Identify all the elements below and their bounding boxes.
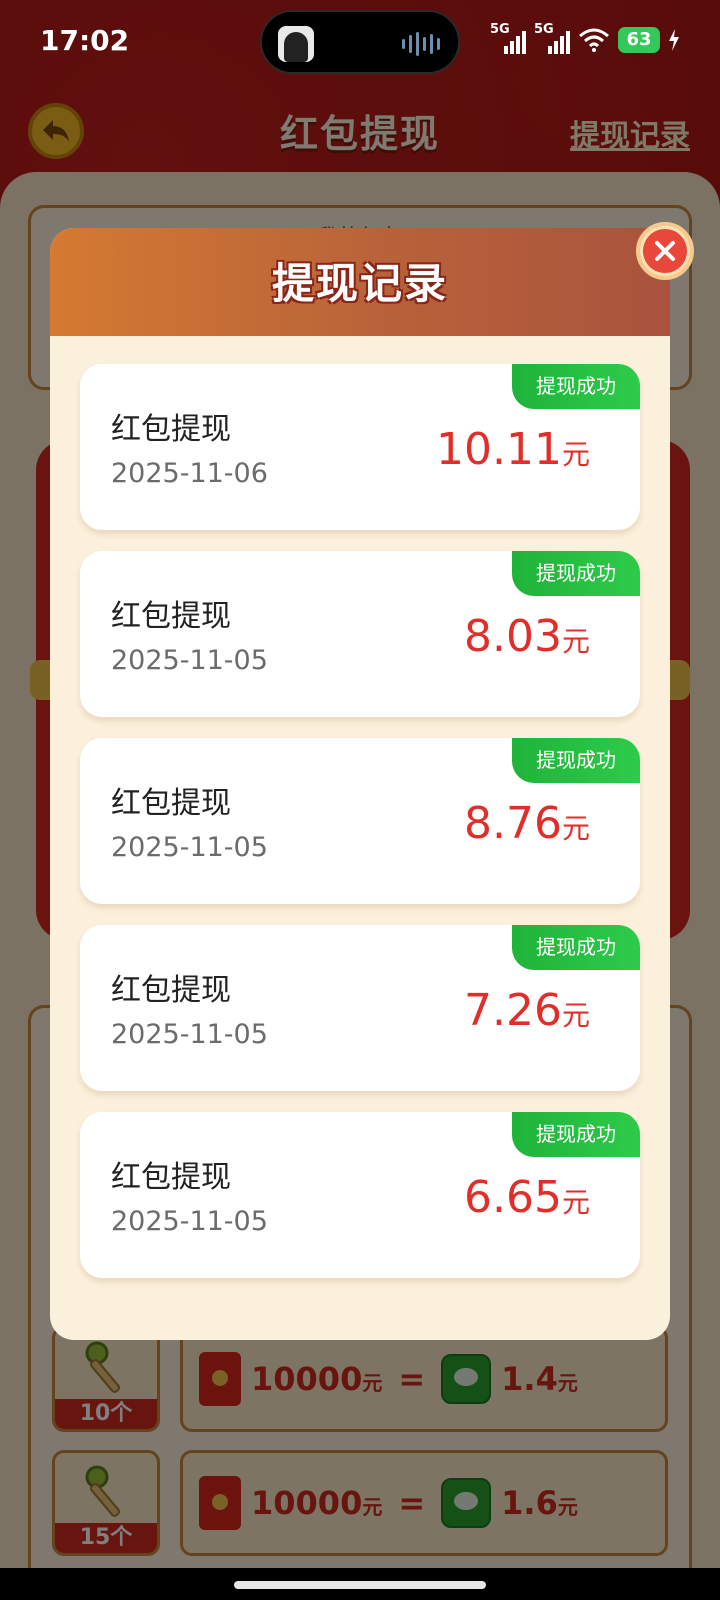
record-item: 红包提现 2025-11-05 8.76元 提现成功 (80, 738, 640, 904)
record-item: 红包提现 2025-11-05 8.03元 提现成功 (80, 551, 640, 717)
record-title: 红包提现 (111, 412, 231, 447)
status-badge: 提现成功 (512, 551, 640, 596)
record-item: 红包提现 2025-11-05 7.26元 提现成功 (80, 925, 640, 1091)
status-badge: 提现成功 (512, 738, 640, 783)
record-title: 红包提现 (111, 599, 231, 634)
amount-unit: 元 (561, 438, 590, 471)
record-date: 2025-11-05 (111, 645, 268, 676)
modal-header: 提现记录 (50, 228, 670, 336)
amount-value: 7.26 (464, 985, 562, 1036)
record-title: 红包提现 (111, 786, 231, 821)
record-title: 红包提现 (111, 973, 231, 1008)
amount-unit: 元 (561, 625, 590, 658)
signal-icon: 5G (490, 22, 526, 54)
record-amount: 8.03元 (464, 611, 590, 662)
amount-unit: 元 (561, 999, 590, 1032)
record-amount: 10.11元 (436, 424, 590, 475)
record-date: 2025-11-05 (111, 1206, 268, 1237)
status-time: 17:02 (40, 24, 130, 57)
signal-icon: 5G (534, 22, 570, 54)
status-badge: 提现成功 (512, 364, 640, 409)
battery-level: 63 (618, 27, 660, 53)
close-icon (655, 241, 675, 261)
record-amount: 8.76元 (464, 798, 590, 849)
avatar (278, 26, 314, 62)
audio-wave-icon (402, 32, 440, 56)
status-badge: 提现成功 (512, 1112, 640, 1157)
status-badge: 提现成功 (512, 925, 640, 970)
amount-value: 8.03 (464, 611, 562, 662)
amount-value: 6.65 (464, 1172, 562, 1223)
close-button[interactable] (636, 222, 694, 280)
status-icons: 5G 5G 63 (490, 22, 680, 54)
record-amount: 6.65元 (464, 1172, 590, 1223)
wifi-icon (579, 28, 609, 52)
amount-value: 10.11 (436, 424, 562, 475)
withdraw-record-modal: 提现记录 红包提现 2025-11-06 10.11元 提现成功 红包提现 20… (50, 228, 670, 1340)
record-item: 红包提现 2025-11-06 10.11元 提现成功 (80, 364, 640, 530)
charging-icon (669, 29, 679, 51)
record-title: 红包提现 (111, 1160, 231, 1195)
record-date: 2025-11-05 (111, 1019, 268, 1050)
record-date: 2025-11-05 (111, 832, 268, 863)
modal-title: 提现记录 (271, 259, 448, 308)
amount-value: 8.76 (464, 798, 562, 849)
amount-unit: 元 (561, 812, 590, 845)
record-date: 2025-11-06 (111, 458, 268, 489)
amount-unit: 元 (561, 1186, 590, 1219)
close-icon-bg (643, 229, 687, 273)
status-bar: 17:02 5G 5G 63 (0, 0, 720, 84)
record-amount: 7.26元 (464, 985, 590, 1036)
record-item: 红包提现 2025-11-05 6.65元 提现成功 (80, 1112, 640, 1278)
dynamic-island[interactable] (260, 10, 460, 74)
home-indicator[interactable] (234, 1581, 486, 1589)
